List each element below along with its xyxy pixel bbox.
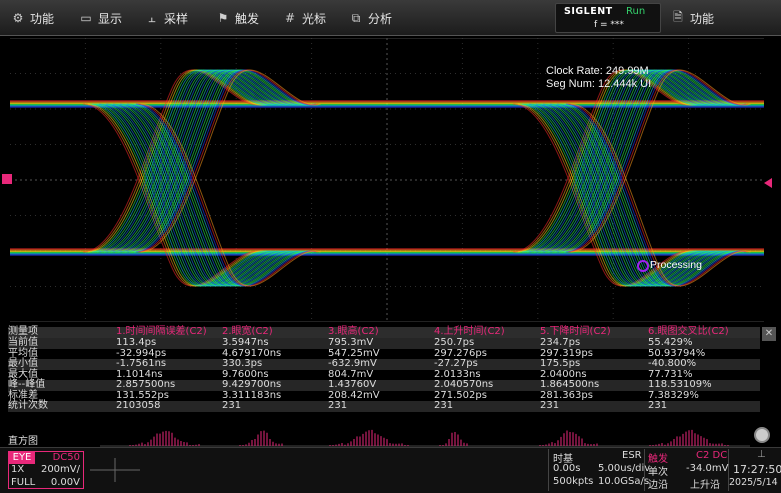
trigger-icon: ⚑ — [217, 11, 229, 25]
measurement-row: 统计次数 2103058 231 231 231 231 231 — [8, 400, 760, 412]
measurement-row: 峰--峰值 2.857500ns 9.429700ns 1.43760V 2.04057… — [8, 379, 760, 391]
measurement-value: 2.040570ns — [434, 379, 494, 390]
clock-rate-readout: Clock Rate: 249.99M — [546, 65, 649, 77]
column-header[interactable]: 2.眼宽(C2) — [222, 326, 273, 338]
measurement-row-label: 当前值 — [8, 337, 38, 348]
memory-depth[interactable]: 500kpts — [553, 476, 593, 487]
measurement-header-row: 测量项 1.时间间隔误差(C2) 2.眼宽(C2) 3.眼高(C2) 4.上升时… — [8, 326, 760, 338]
menu-trigger-label: 触发 — [235, 11, 260, 26]
channel-offset: 0.00V — [50, 477, 80, 488]
measurement-value: 2103058 — [116, 400, 161, 411]
segment-number-readout: Seg Num: 12.444k UI — [546, 78, 652, 90]
top-menu-bar: ⚙ 功能 ▭ 显示 ⫠ 采样 ⚑ 触发 # 光标 ⧉ 分析 SIGLENT Ru… — [0, 0, 781, 36]
measurement-value: 9.429700ns — [222, 379, 282, 390]
trigger-slope[interactable]: 上升沿 — [690, 476, 720, 491]
brand-logo: SIGLENT — [564, 6, 613, 17]
measurement-value: 2.857500ns — [116, 379, 176, 390]
channel-bandwidth: FULL — [11, 477, 36, 488]
measurement-value: 55.429% — [648, 337, 693, 348]
measurement-value: 234.7ps — [540, 337, 581, 348]
analysis-icon: ⧉ — [351, 10, 361, 25]
column-header[interactable]: 6.眼图交叉比(C2) — [648, 326, 729, 338]
measurement-value: -40.800% — [648, 358, 697, 369]
menu-function-right-label: 功能 — [690, 11, 715, 26]
measurement-value: 1.43760V — [328, 379, 377, 390]
measurement-value: -632.9mV — [328, 358, 377, 369]
measurement-value: 113.4ps — [116, 337, 157, 348]
menu-function-label: 功能 — [30, 11, 55, 26]
status-divider — [548, 449, 549, 491]
frequency-counter: f = *** — [594, 20, 624, 30]
channel-offset-marker[interactable] — [2, 174, 12, 184]
run-status: Run — [626, 6, 646, 17]
display-icon: ▭ — [80, 11, 92, 25]
trigger-level[interactable]: -34.0mV — [686, 463, 728, 474]
timebase-delay[interactable]: 0.00s — [553, 463, 580, 474]
clock-time: 17:27:50 — [733, 463, 781, 476]
measurement-value: 330.3ps — [222, 358, 263, 369]
esr-label[interactable]: ESR — [622, 450, 642, 461]
menu-trigger[interactable]: ⚑ 触发 — [217, 0, 259, 36]
sample-rate[interactable]: 10.0GSa/s — [598, 476, 649, 487]
channel-probe: 1X — [11, 464, 25, 475]
timebase-scale[interactable]: 5.00us/div — [598, 463, 650, 474]
measurement-row-label: 峰--峰值 — [8, 379, 46, 390]
measurement-row: 当前值 113.4ps 3.5947ns 795.3mV 250.7ps 234.7ps 5… — [8, 337, 760, 349]
measurement-row-label: 最小值 — [8, 358, 38, 369]
menu-acquire[interactable]: ⫠ 采样 — [146, 0, 188, 36]
row-header-label: 测量项 — [8, 326, 38, 337]
measurement-table[interactable]: 测量项 1.时间间隔误差(C2) 2.眼宽(C2) 3.眼高(C2) 4.上升时… — [8, 326, 760, 427]
histogram-strip — [100, 429, 750, 447]
measurement-value: 231 — [648, 400, 668, 411]
measurement-value: 231 — [222, 400, 242, 411]
acquire-icon: ⫠ — [148, 10, 156, 25]
channel-info-box[interactable]: EYE DC50 1X 200mV/ FULL 0.00V — [8, 451, 84, 489]
menu-analysis[interactable]: ⧉ 分析 — [350, 0, 392, 36]
menu-display[interactable]: ▭ 显示 — [80, 0, 122, 36]
cursor-icon: # — [284, 11, 296, 25]
network-icon: ⊥ — [757, 449, 766, 460]
add-channel-icon[interactable] — [90, 455, 140, 485]
menu-function-right[interactable]: 🗎 功能 — [672, 0, 714, 36]
column-header[interactable]: 4.上升时间(C2) — [434, 326, 505, 338]
column-header[interactable]: 5.下降时间(C2) — [540, 326, 611, 338]
gear-icon: ⚙ — [12, 11, 24, 25]
channel-mode-badge: EYE — [9, 452, 35, 464]
measurement-value: 250.7ps — [434, 337, 475, 348]
menu-cursor-label: 光标 — [302, 11, 327, 26]
measurement-value: -27.27ps — [434, 358, 478, 369]
clock-date: 2025/5/14 — [729, 477, 778, 488]
measurement-row-label: 统计次数 — [8, 400, 48, 411]
measurement-value: 231 — [328, 400, 348, 411]
close-measurement-icon[interactable]: ✕ — [762, 327, 776, 341]
column-header[interactable]: 1.时间间隔误差(C2) — [116, 326, 207, 338]
measurement-value: 3.5947ns — [222, 337, 269, 348]
measurement-value: 795.3mV — [328, 337, 374, 348]
column-header[interactable]: 3.眼高(C2) — [328, 326, 379, 338]
scroll-knob-icon[interactable] — [754, 427, 770, 443]
trigger-level-marker[interactable] — [764, 178, 772, 188]
measurement-row: 最小值 -1.7561ns 330.3ps -632.9mV -27.27ps 175.5… — [8, 358, 760, 370]
measurement-value: 1.864500ns — [540, 379, 600, 390]
menu-analysis-label: 分析 — [368, 11, 393, 26]
trigger-type[interactable]: 边沿 — [648, 476, 668, 491]
channel-scale: 200mV/ — [40, 464, 80, 475]
processing-spinner-icon — [637, 260, 649, 272]
channel-coupling: DC50 — [52, 452, 80, 463]
menu-display-label: 显示 — [98, 11, 123, 26]
run-status-box[interactable]: SIGLENT Run f = *** — [555, 3, 661, 33]
measurement-value: 175.5ps — [540, 358, 581, 369]
processing-status: Processing — [650, 259, 702, 271]
menu-acquire-label: 采样 — [164, 11, 189, 26]
measurement-value: -1.7561ns — [116, 358, 167, 369]
measurement-value: 118.53109% — [648, 379, 712, 390]
trigger-source[interactable]: C2 DC — [696, 450, 727, 461]
file-icon: 🗎 — [673, 9, 683, 24]
histogram-label: 直方图 — [8, 436, 38, 447]
measurement-value: 231 — [540, 400, 560, 411]
measurement-value: 231 — [434, 400, 454, 411]
menu-function[interactable]: ⚙ 功能 — [12, 0, 54, 36]
menu-cursor[interactable]: # 光标 — [284, 0, 326, 36]
